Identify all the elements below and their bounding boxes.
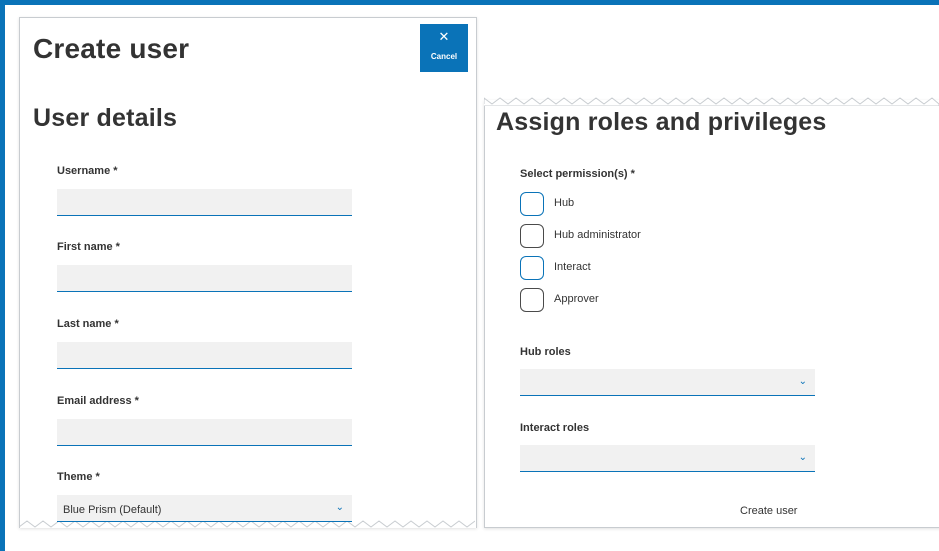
chevron-down-icon: ⌄ [335, 502, 344, 513]
checkbox[interactable] [520, 192, 544, 216]
theme-label: Theme * [57, 471, 100, 483]
cancel-label: Cancel [430, 52, 458, 61]
username-label: Username * [57, 165, 118, 177]
checkbox[interactable] [520, 256, 544, 280]
section-title-roles: Assign roles and privileges [496, 108, 827, 136]
permissions-label: Select permission(s) * [520, 168, 635, 180]
cancel-button[interactable]: ✕ Cancel [420, 24, 468, 72]
torn-edge-top [484, 97, 939, 106]
interact-roles-select[interactable]: ⌄ [520, 445, 815, 472]
create-user-button[interactable]: Create user [740, 505, 797, 517]
first-name-field[interactable] [57, 265, 352, 292]
section-title-user-details: User details [33, 104, 178, 132]
interact-roles-label: Interact roles [520, 422, 590, 434]
permission-label: Approver [554, 293, 599, 305]
permission-label: Hub administrator [554, 229, 641, 241]
last-name-field[interactable] [57, 342, 352, 369]
hub-roles-select[interactable]: ⌄ [520, 369, 815, 396]
page-title: Create user [33, 33, 190, 64]
email-label: Email address * [57, 395, 139, 407]
first-name-label: First name * [57, 241, 120, 253]
chevron-down-icon: ⌄ [798, 452, 807, 463]
username-field[interactable] [57, 189, 352, 216]
permission-label: Hub [554, 197, 575, 209]
theme-select[interactable]: Blue Prism (Default) ⌄ [57, 495, 352, 522]
email-field[interactable] [57, 419, 352, 446]
last-name-label: Last name * [57, 318, 119, 330]
chevron-down-icon: ⌄ [798, 376, 807, 387]
checkbox[interactable] [520, 288, 544, 312]
permission-label: Interact [554, 261, 591, 273]
window-left-border [0, 0, 5, 551]
close-icon: ✕ [438, 29, 450, 44]
hub-roles-label: Hub roles [520, 346, 571, 358]
theme-value: Blue Prism (Default) [63, 504, 162, 516]
window-top-border [0, 0, 939, 5]
checkbox[interactable] [520, 224, 544, 248]
